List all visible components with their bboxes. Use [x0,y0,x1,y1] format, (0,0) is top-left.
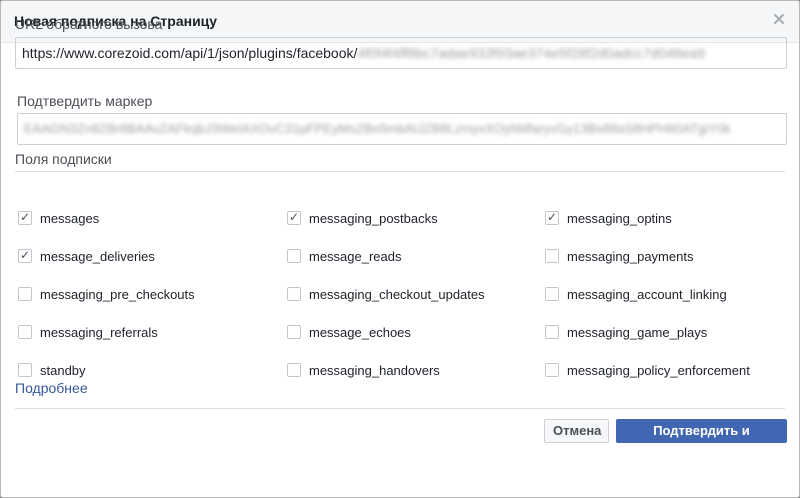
callback-url-input[interactable]: https://www.corezoid.com/api/1/json/plug… [15,37,787,69]
checkbox-label: messaging_account_linking [567,286,727,302]
subscription-checkbox-messaging-optins[interactable]: ✓ messaging_optins [545,208,672,228]
checkbox-checked[interactable]: ✓ [545,211,559,225]
subscription-checkbox-message-echoes[interactable]: message_echoes [287,322,411,342]
verify-token-input[interactable]: EAAGN3Zn8ZBr8BAAvZAFkqbJ3WeIAXOvC31pFPEy… [17,113,787,145]
more-info-link[interactable]: Подробнее [15,380,88,396]
checkbox-unchecked[interactable] [287,363,301,377]
checkbox-label: messages [40,210,100,226]
cancel-button[interactable]: Отмена [544,419,609,443]
checkbox-label: messaging_handovers [309,362,440,378]
subscription-checkbox-message-deliveries[interactable]: ✓ message_deliveries [18,246,155,266]
subscription-checkbox-messaging-postbacks[interactable]: ✓ messaging_postbacks [287,208,438,228]
checkbox-label: messaging_game_plays [567,324,708,340]
subscription-checkbox-messages[interactable]: ✓ messages [18,208,99,228]
subscription-checkbox-standby[interactable]: standby [18,360,86,380]
checkbox-label: message_reads [309,248,402,264]
checkbox-checked[interactable]: ✓ [18,249,32,263]
callback-url-label: URL обратного вызова [15,16,163,32]
checkmark-icon: ✓ [20,210,31,224]
checkbox-unchecked[interactable] [287,325,301,339]
subscription-checkbox-message-reads[interactable]: message_reads [287,246,402,266]
checkbox-unchecked[interactable] [287,249,301,263]
subscription-checkbox-messaging-pre-checkouts[interactable]: messaging_pre_checkouts [18,284,195,304]
callback-url-value: https://www.corezoid.com/api/1/json/plug… [22,45,358,61]
checkbox-label: messaging_optins [567,210,672,226]
subscription-checkbox-messaging-game-plays[interactable]: messaging_game_plays [545,322,707,342]
subscription-fields-label: Поля подписки [15,151,112,167]
checkbox-unchecked[interactable] [18,287,32,301]
checkbox-unchecked[interactable] [545,249,559,263]
verify-token-value: EAAGN3Zn8ZBr8BAAvZAFkqbJ3WeIAXOvC31pFPEy… [24,121,731,136]
subscription-dialog: Новая подписка на Страницу URL обратного… [0,0,800,498]
checkbox-label: messaging_payments [567,248,694,264]
close-icon[interactable] [771,11,787,27]
subscription-checkbox-messaging-checkout-updates[interactable]: messaging_checkout_updates [287,284,485,304]
checkmark-icon: ✓ [289,210,300,224]
checkbox-label: messaging_policy_enforcement [567,362,750,378]
checkbox-unchecked[interactable] [18,325,32,339]
checkbox-checked[interactable]: ✓ [287,211,301,225]
callback-url-hidden-part: 4f0f4f4ff8bc7adae933f93ae374e5f28f2d0adc… [357,45,706,61]
checkmark-icon: ✓ [547,210,558,224]
checkbox-unchecked[interactable] [545,287,559,301]
checkbox-label: messaging_postbacks [309,210,438,226]
checkbox-label: standby [40,362,86,378]
verify-and-save-button[interactable]: Подтвердить и сохранить [616,419,787,460]
subscription-checkbox-messaging-handovers[interactable]: messaging_handovers [287,360,440,380]
checkbox-unchecked[interactable] [18,363,32,377]
checkbox-label: messaging_referrals [40,324,158,340]
checkbox-label: message_deliveries [40,248,155,264]
checkbox-label: messaging_pre_checkouts [40,286,195,302]
footer-divider [15,408,785,409]
checkbox-unchecked[interactable] [287,287,301,301]
checkbox-unchecked[interactable] [545,325,559,339]
subscription-checkbox-messaging-policy-enforcement[interactable]: messaging_policy_enforcement [545,360,750,380]
verify-token-label: Подтвердить маркер [17,93,153,109]
checkmark-icon: ✓ [20,248,31,262]
subscription-checkbox-messaging-payments[interactable]: messaging_payments [545,246,693,266]
checkbox-label: message_echoes [309,324,411,340]
subscription-checkbox-messaging-referrals[interactable]: messaging_referrals [18,322,158,342]
subscription-checkbox-messaging-account-linking[interactable]: messaging_account_linking [545,284,727,304]
checkbox-checked[interactable]: ✓ [18,211,32,225]
fields-divider [15,171,785,172]
checkbox-label: messaging_checkout_updates [309,286,485,302]
checkbox-unchecked[interactable] [545,363,559,377]
